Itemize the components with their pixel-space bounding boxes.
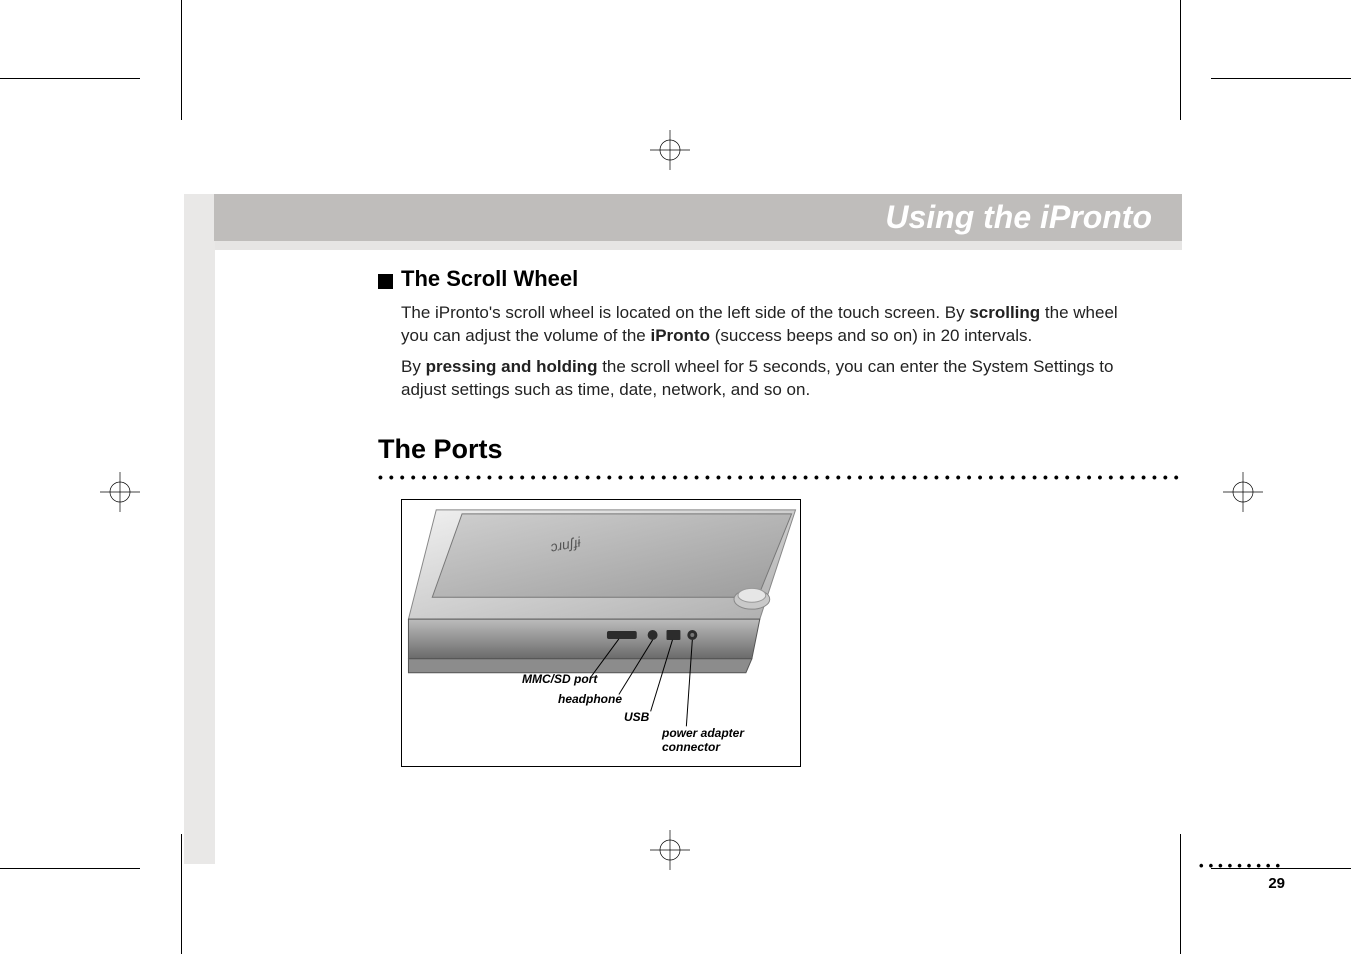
registration-mark-icon — [1223, 472, 1263, 512]
text-bold: scrolling — [969, 303, 1040, 322]
text-bold: pressing and holding — [426, 357, 598, 376]
cropmark — [1211, 78, 1351, 79]
dotted-rule-small: ••••••••• — [1199, 858, 1285, 873]
section-heading-text: The Scroll Wheel — [401, 266, 578, 292]
ports-heading: The Ports — [378, 434, 1138, 465]
text-bold: iPronto — [651, 326, 711, 345]
registration-mark-icon — [100, 472, 140, 512]
figure-label-power-1: power adapter — [662, 726, 744, 740]
chapter-title: Using the iPronto — [885, 199, 1152, 236]
text: By — [401, 357, 426, 376]
registration-mark-icon — [650, 830, 690, 870]
cropmark — [181, 0, 182, 120]
section-heading: The Scroll Wheel — [378, 266, 1138, 292]
dotted-rule: ••••••••••••••••••••••••••••••••••••••••… — [378, 469, 1182, 485]
figure-label-power-2: connector — [662, 740, 720, 754]
chapter-title-bar: Using the iPronto — [214, 194, 1182, 241]
cropmark — [0, 78, 140, 79]
paragraph-2: By pressing and holding the scroll wheel… — [401, 356, 1121, 402]
cropmark — [181, 834, 182, 954]
cropmark — [1180, 0, 1181, 120]
content-area: The Scroll Wheel The iPronto's scroll wh… — [378, 266, 1138, 767]
ports-figure: ɔɹuʃɟɨ MMC/SD port headphone — [401, 499, 801, 767]
figure-label-mmc: MMC/SD port — [522, 672, 597, 686]
left-gray-bar — [184, 194, 215, 864]
page-number: 29 — [1199, 875, 1285, 892]
figure-label-usb: USB — [624, 710, 649, 724]
text: The iPronto's scroll wheel is located on… — [401, 303, 969, 322]
cropmark — [1180, 834, 1181, 954]
paragraph-1: The iPronto's scroll wheel is located on… — [401, 302, 1121, 348]
figure-label-headphone: headphone — [558, 692, 622, 706]
registration-mark-icon — [650, 130, 690, 170]
cropmark — [0, 868, 140, 869]
text: (success beeps and so on) in 20 interval… — [710, 326, 1032, 345]
page-number-block: ••••••••• 29 — [1199, 858, 1285, 892]
bullet-square-icon — [378, 274, 393, 289]
